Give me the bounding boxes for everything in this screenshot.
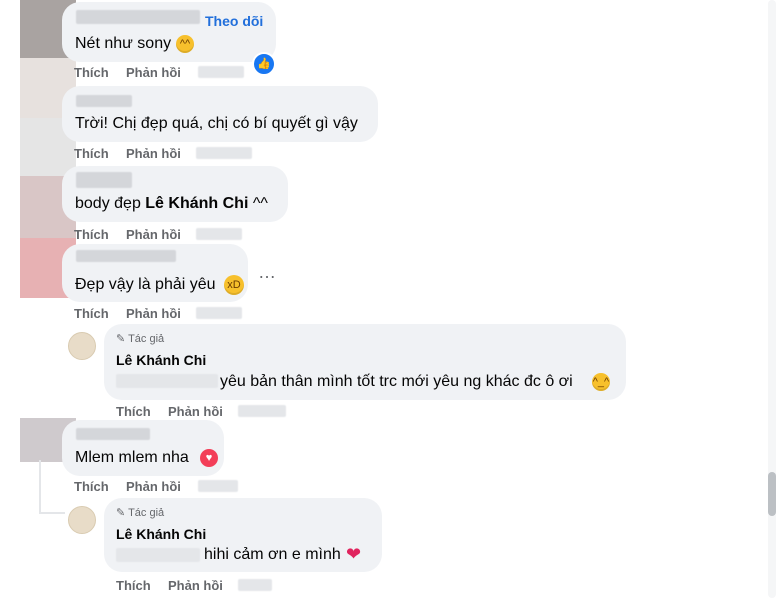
author-badge: ✎ Tác giả <box>116 507 165 519</box>
like-badge-icon: 👍 <box>252 52 276 76</box>
smiling-emoji: ^_^ <box>592 373 610 391</box>
author-avatar[interactable] <box>68 506 96 534</box>
reply-button[interactable]: Phản hồi <box>126 479 181 494</box>
commenter-name-blurred[interactable] <box>76 428 150 440</box>
mention-blurred <box>116 374 218 388</box>
reply-button[interactable]: Phản hồi <box>126 227 181 242</box>
like-button[interactable]: Thích <box>74 65 109 80</box>
grinning-squinting-emoji: ^^ <box>176 35 194 53</box>
pencil-icon: ✎ <box>116 507 126 519</box>
timestamp-blurred <box>196 147 252 159</box>
author-name[interactable]: Lê Khánh Chi <box>116 350 206 370</box>
timestamp-blurred <box>196 307 242 319</box>
reply-button[interactable]: Phản hồi <box>168 578 223 593</box>
like-button[interactable]: Thích <box>116 404 151 419</box>
comment-text: Mlem mlem nha <box>75 449 189 466</box>
timestamp-blurred <box>238 579 272 591</box>
comment-text: hihi cảm ơn e mình <box>204 546 341 563</box>
commenter-name-blurred[interactable] <box>76 172 132 188</box>
timestamp-blurred <box>198 480 238 492</box>
comment-text: Trời! Chị đẹp quá, chị có bí quyết gì vậ… <box>75 115 358 132</box>
red-heart-emoji: ❤ <box>346 544 362 564</box>
commenter-name-blurred[interactable] <box>76 95 132 107</box>
comment-text-suffix: ^^ <box>248 195 268 212</box>
reply-button[interactable]: Phản hồi <box>168 404 223 419</box>
commenter-name-blurred[interactable] <box>76 250 176 262</box>
follow-link[interactable]: Theo dõi <box>205 13 263 29</box>
timestamp-blurred <box>196 228 242 240</box>
like-button[interactable]: Thích <box>74 479 109 494</box>
comment-text: Nét như sony <box>75 35 172 52</box>
author-name[interactable]: Lê Khánh Chi <box>116 524 206 544</box>
like-button[interactable]: Thích <box>74 306 109 321</box>
reply-button[interactable]: Phản hồi <box>126 146 181 161</box>
comment-text: yêu bản thân mình tốt trc mới yêu ng khá… <box>220 373 573 390</box>
timestamp-blurred <box>238 405 286 417</box>
like-button[interactable]: Thích <box>74 146 109 161</box>
like-button[interactable]: Thích <box>74 227 109 242</box>
commenter-name-blurred[interactable] <box>76 10 200 24</box>
author-avatar[interactable] <box>68 332 96 360</box>
reply-button[interactable]: Phản hồi <box>126 65 181 80</box>
comment-text-prefix: body đẹp <box>75 195 146 212</box>
laughing-emoji: xD <box>224 275 244 295</box>
author-badge: ✎ Tác giả <box>116 333 165 345</box>
comment-text: body đẹp Lê Khánh Chi ^^ <box>75 194 268 214</box>
reply-button[interactable]: Phản hồi <box>126 306 181 321</box>
scrollbar-thumb[interactable] <box>768 472 776 516</box>
more-options-icon[interactable]: … <box>258 262 276 283</box>
mention-link[interactable]: Lê Khánh Chi <box>145 195 248 212</box>
like-button[interactable]: Thích <box>116 578 151 593</box>
thread-connector <box>39 512 65 514</box>
pencil-icon: ✎ <box>116 333 126 345</box>
thread-line <box>39 460 41 514</box>
comment-text: Đẹp vậy là phải yêu <box>75 276 216 293</box>
heart-emoji: ♥ <box>200 449 218 467</box>
timestamp-blurred <box>198 66 244 78</box>
mention-blurred <box>116 548 200 562</box>
